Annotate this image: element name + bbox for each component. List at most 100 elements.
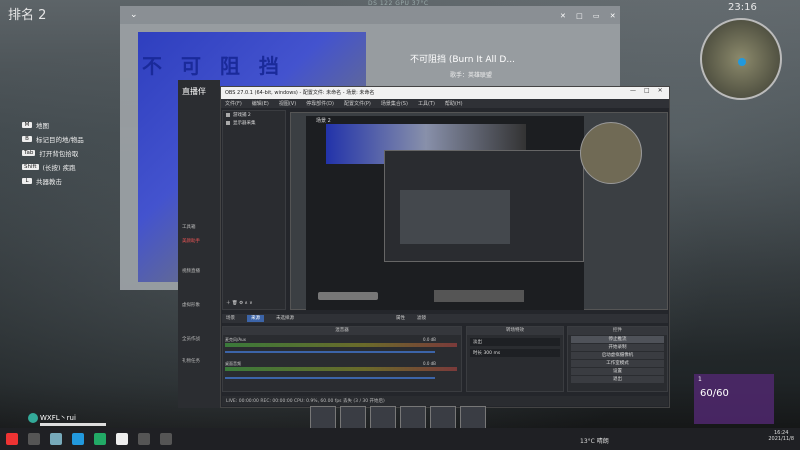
volume-slider[interactable]	[225, 377, 435, 379]
obs-scenes-panel: 游戏捕 2 显示器采集 ＋ 🗑 ⚙ ∧ ∨	[222, 110, 286, 310]
key-badge: B	[22, 136, 32, 142]
artist-name: 歌手：英雄联盟	[450, 72, 493, 79]
taskbar-app-icon[interactable]	[116, 433, 128, 445]
start-record-button[interactable]: 开始录制	[571, 344, 664, 351]
duration-label: 时长	[473, 351, 482, 356]
taskbar-app-icon[interactable]	[138, 433, 150, 445]
tray-date: 2021/11/8	[768, 436, 794, 442]
preview-minimap	[580, 122, 642, 184]
key-badge: M	[22, 122, 32, 128]
studio-mode-button[interactable]: 工作室模式	[571, 360, 664, 367]
settings-button[interactable]: 设置	[571, 368, 664, 375]
minimap[interactable]	[700, 18, 782, 100]
virtual-camera-button[interactable]: 启动虚拟摄像机	[571, 352, 664, 359]
duration-row[interactable]: 时长 300 ms	[470, 349, 560, 357]
channel-db: 0.0 dB	[423, 361, 436, 366]
menu-item[interactable]: 文件(F)	[225, 100, 242, 107]
audio-meter	[225, 367, 457, 371]
channel-db: 0.0 dB	[423, 337, 436, 342]
properties-button[interactable]: 属性	[396, 315, 405, 322]
scene-item[interactable]: 显示器采集	[223, 119, 285, 127]
taskbar-app-icon[interactable]	[28, 433, 40, 445]
hint-row: Shift (长按) 疾跑	[22, 160, 84, 174]
menu-item[interactable]: 场景集合(S)	[381, 100, 408, 107]
player-name: WXFL丶rui	[40, 414, 76, 422]
hint-row: L 共器教击	[22, 174, 84, 188]
hint-row: B 标记目的地/物品	[22, 132, 84, 146]
menu-item[interactable]: 工具(T)	[418, 100, 435, 107]
hint-row: Tab 打开背包拾取	[22, 146, 84, 160]
transitions-panel: 转场特效 淡出 时长 300 ms	[466, 326, 564, 392]
key-badge: Tab	[22, 150, 36, 156]
transition-select[interactable]: 淡出	[470, 338, 560, 346]
slot-number: 1	[698, 376, 702, 383]
duration-value: 300 ms	[483, 351, 501, 356]
monitor-icon	[226, 113, 230, 117]
tab-sources[interactable]: 来源	[247, 315, 264, 322]
menu-item[interactable]: 视图(V)	[279, 100, 296, 107]
menu-item[interactable]: 帮助(H)	[445, 100, 463, 107]
preview-scene-label: 场景 2	[316, 118, 331, 124]
menu-item[interactable]: 配置文件(P)	[344, 100, 371, 107]
key-badge: Shift	[22, 164, 39, 170]
no-source-label: 未选择源	[276, 316, 294, 321]
tab-scenes[interactable]: 场景	[226, 315, 235, 322]
stop-stream-button[interactable]: 停止推流	[571, 336, 664, 343]
rank-label: 排名 2	[8, 8, 47, 23]
key-badge: L	[22, 178, 32, 184]
streaming-assistant-sidebar: 直播伴 工具箱 美颜助手 视频直播 虚拟形象 全员作战 礼物任务	[178, 80, 220, 408]
scene-label: 显示器采集	[233, 121, 256, 126]
brand-name: 直播伴	[182, 87, 206, 96]
sidebar-item-video[interactable]: 视频直播	[182, 268, 200, 274]
menu-item[interactable]: 编辑(E)	[252, 100, 269, 107]
obs-dock-tabs: 场景 来源 未选择源 属性 滤镜	[222, 314, 668, 323]
filters-button[interactable]: 滤镜	[417, 315, 426, 322]
ammo-value: 60/60	[700, 388, 729, 399]
audio-mixer-panel: 混音器 麦克风/Aux 0.0 dB 桌面音频 0.0 dB	[222, 326, 462, 392]
controls-title: 控件	[568, 327, 667, 335]
volume-slider[interactable]	[225, 351, 435, 353]
taskbar-app-icon[interactable]	[94, 433, 106, 445]
hint-label: 标记目的地/物品	[36, 136, 84, 144]
window-controls[interactable]: ✕ □ ▭ ✕	[560, 12, 620, 20]
taskbar-app-icon[interactable]	[160, 433, 172, 445]
obs-menu-bar: 文件(F) 编辑(E) 视图(V) 停靠部件(D) 配置文件(P) 场景集合(S…	[221, 99, 669, 108]
sidebar-item-gift[interactable]: 礼物任务	[182, 358, 200, 364]
preview-player-bar	[318, 292, 378, 300]
chevron-down-icon[interactable]: ⌄	[130, 10, 138, 20]
scene-label: 游戏捕 2	[233, 113, 251, 118]
obs-status-bar: LIVE: 00:00:00 REC: 00:00:00 CPU: 0.9%, …	[222, 396, 668, 406]
weather-widget[interactable]: 13°C 晴朗	[580, 436, 609, 445]
start-icon[interactable]	[6, 433, 18, 445]
obs-window-controls[interactable]: —□✕	[630, 87, 671, 94]
album-art-text: 不 可 阻 挡	[142, 54, 285, 78]
hint-label: (长按) 疾跑	[42, 164, 76, 172]
audio-meter	[225, 343, 457, 347]
transition-title: 转场特效	[467, 327, 563, 335]
ammo-panel: 1 60/60	[694, 374, 774, 424]
controls-panel: 控件 停止推流 开始录制 启动虚拟摄像机 工作室模式 设置 退出	[567, 326, 668, 392]
exit-button[interactable]: 退出	[571, 376, 664, 383]
system-clock[interactable]: 16:24 2021/11/8	[768, 430, 794, 442]
game-clock: 23:16	[728, 2, 757, 13]
scene-toolbar[interactable]: ＋ 🗑 ⚙ ∧ ∨	[223, 299, 256, 307]
sidebar-item-toolbox[interactable]: 工具箱	[182, 224, 196, 230]
hint-label: 打开背包拾取	[39, 150, 79, 158]
sidebar-item-avatar[interactable]: 虚拟形象	[182, 302, 200, 308]
hint-label: 地图	[36, 122, 49, 130]
preview-skill-bar	[434, 290, 524, 302]
music-header	[120, 6, 620, 24]
taskbar-app-icon[interactable]	[50, 433, 62, 445]
keybind-hints: M 地图 B 标记目的地/物品 Tab 打开背包拾取 Shift (长按) 疾跑 L 共器…	[22, 118, 84, 188]
mixer-title: 混音器	[223, 327, 461, 335]
obs-title-bar: OBS 27.0.1 (64-bit, windows) - 配置文件: 未命名…	[221, 87, 669, 99]
scene-item[interactable]: 游戏捕 2	[223, 111, 285, 119]
sidebar-item-battle[interactable]: 全员作战	[182, 336, 200, 342]
taskbar-app-icon[interactable]	[72, 433, 84, 445]
hint-row: M 地图	[22, 118, 84, 132]
song-title: 不可阻挡 (Burn It All D...	[410, 55, 515, 65]
menu-item[interactable]: 停靠部件(D)	[306, 100, 334, 107]
player-pin-icon	[738, 58, 746, 66]
player-badge-icon	[28, 413, 38, 423]
sidebar-item-beauty[interactable]: 美颜助手	[182, 238, 200, 244]
